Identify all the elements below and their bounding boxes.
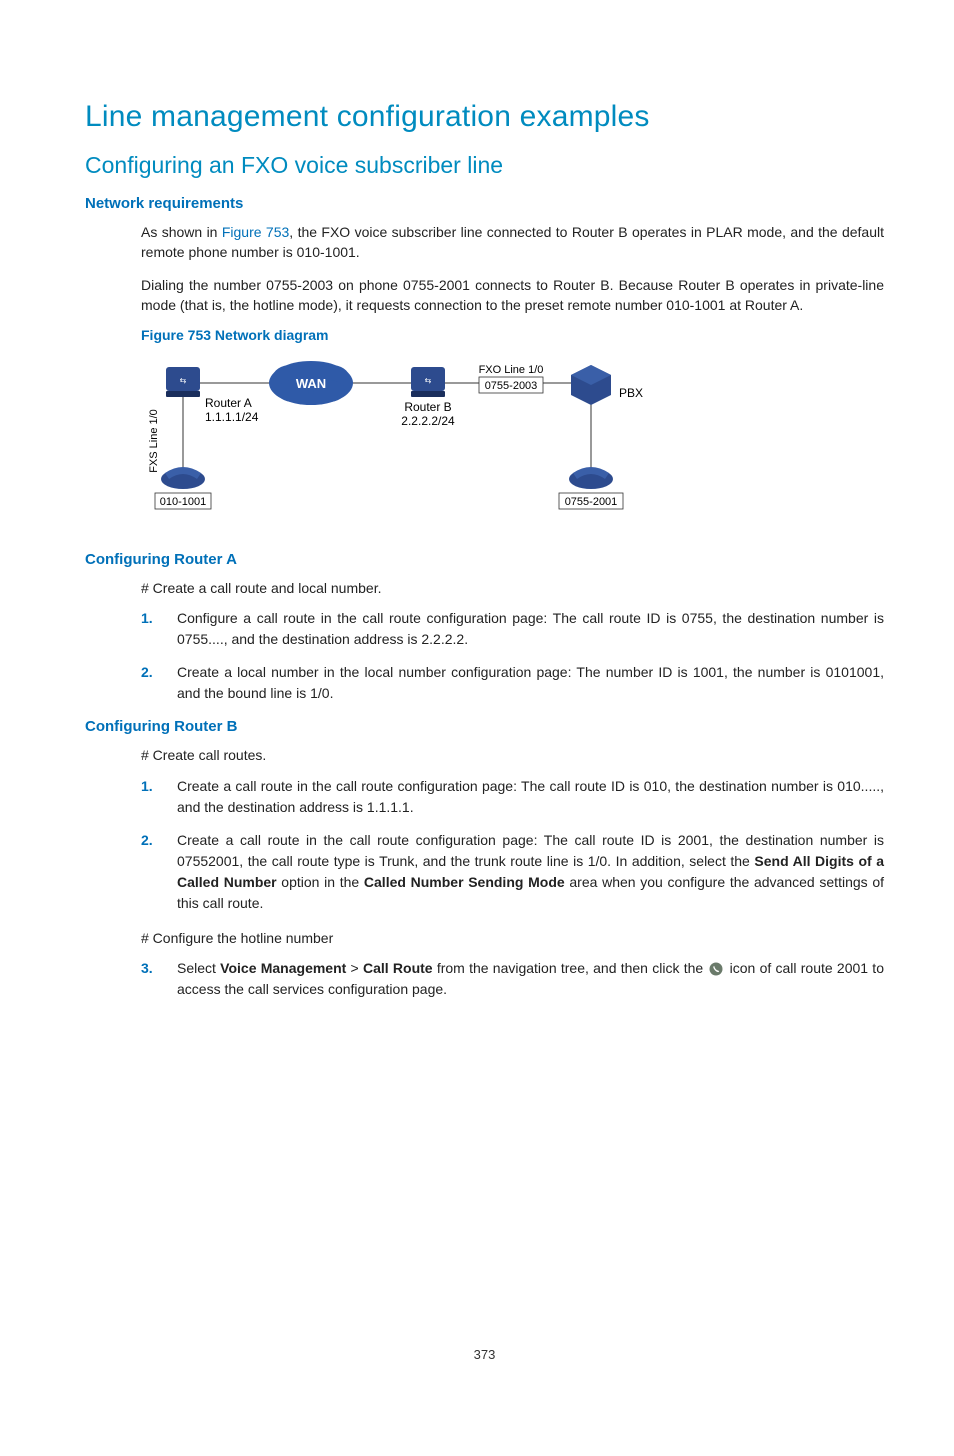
list-item: Create a call route in the call route co…	[141, 830, 884, 914]
para-netreq-1: As shown in Figure 753, the FXO voice su…	[141, 222, 884, 263]
comment-line: # Create a call route and local number.	[141, 578, 884, 598]
text: Select	[177, 960, 220, 976]
network-diagram: WAN ⇆ Router A 1.1.1.1/24 ⇆ Router B 2.2…	[141, 351, 671, 531]
bold-text: Voice Management	[220, 960, 346, 976]
page-number: 373	[85, 1347, 884, 1362]
figure-label: Figure 753 Network diagram	[141, 327, 884, 343]
comment-line: # Configure the hotline number	[141, 928, 884, 948]
heading-config-router-b: Configuring Router B	[85, 718, 884, 735]
phone-right-icon	[569, 467, 613, 489]
list-item: Create a call route in the call route co…	[141, 776, 884, 818]
para-netreq-2: Dialing the number 0755-2003 on phone 07…	[141, 275, 884, 316]
heading-network-requirements: Network requirements	[85, 195, 884, 212]
list-item: Configure a call route in the call route…	[141, 608, 884, 650]
phone-left-num: 010-1001	[160, 496, 207, 508]
pbx-label: PBX	[619, 386, 643, 400]
text: from the navigation tree, and then click…	[433, 960, 708, 976]
text: As shown in	[141, 224, 222, 240]
fxs-line-label: FXS Line 1/0	[148, 409, 160, 473]
list-item: Create a local number in the local numbe…	[141, 662, 884, 704]
steps-router-a: Configure a call route in the call route…	[141, 608, 884, 704]
fxo-line-label: FXO Line 1/0	[479, 364, 544, 376]
phone-left-icon	[161, 467, 205, 489]
text: >	[346, 960, 363, 976]
router-a-ip: 1.1.1.1/24	[205, 410, 259, 424]
comment-line: # Create call routes.	[141, 745, 884, 765]
fxo-num: 0755-2003	[485, 380, 538, 392]
heading-1: Line management configuration examples	[85, 100, 884, 134]
pbx-icon	[571, 365, 611, 405]
router-b-ip: 2.2.2.2/24	[401, 414, 455, 428]
heading-2: Configuring an FXO voice subscriber line	[85, 152, 884, 179]
router-a-label: Router A	[205, 396, 252, 410]
heading-config-router-a: Configuring Router A	[85, 551, 884, 568]
text: option in the	[277, 874, 364, 890]
list-item: Select Voice Management > Call Route fro…	[141, 958, 884, 1000]
router-b-icon: ⇆	[411, 367, 445, 397]
svg-text:⇆: ⇆	[425, 376, 432, 385]
call-services-icon	[709, 962, 723, 976]
router-a-icon: ⇆	[166, 367, 200, 397]
bold-text: Called Number Sending Mode	[364, 874, 565, 890]
svg-text:⇆: ⇆	[180, 376, 187, 385]
router-b-label: Router B	[404, 400, 451, 414]
figure-link[interactable]: Figure 753	[222, 224, 289, 240]
wan-label: WAN	[296, 376, 326, 391]
bold-text: Call Route	[363, 960, 433, 976]
steps-router-b: Create a call route in the call route co…	[141, 776, 884, 914]
phone-right-num: 0755-2001	[565, 496, 618, 508]
steps-router-b-cont: Select Voice Management > Call Route fro…	[141, 958, 884, 1000]
